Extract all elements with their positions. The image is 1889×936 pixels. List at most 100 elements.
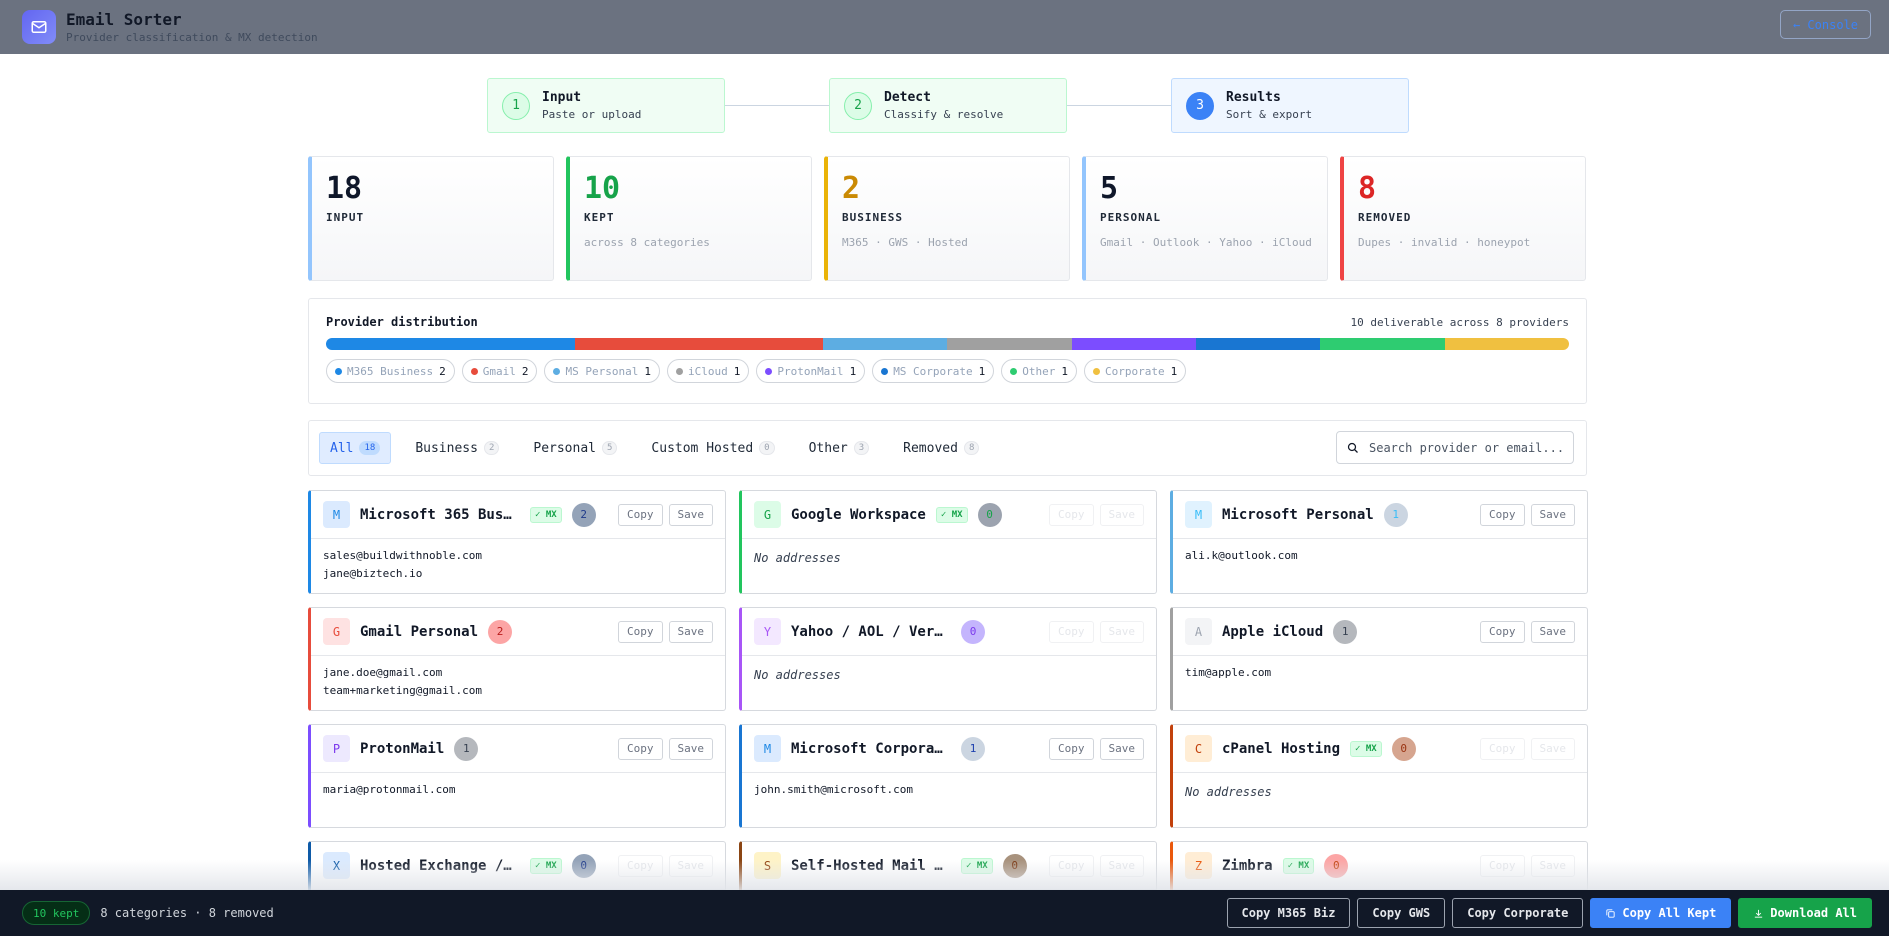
save-button[interactable]: Save bbox=[1099, 737, 1144, 760]
search-box[interactable] bbox=[1336, 431, 1574, 464]
card-body: No addresses bbox=[1173, 773, 1587, 809]
step-connector bbox=[1067, 105, 1171, 106]
step-description: Paste or upload bbox=[542, 108, 642, 121]
tab-personal[interactable]: Personal 5 bbox=[523, 432, 627, 464]
tab-removed[interactable]: Removed 8 bbox=[893, 432, 989, 464]
card-header: A Apple iCloud 1 Copy Save bbox=[1173, 608, 1587, 656]
save-button[interactable]: Save bbox=[1099, 620, 1144, 643]
legend-dot bbox=[335, 367, 342, 375]
legend-count: 1 bbox=[644, 364, 651, 378]
step-title: Detect bbox=[884, 90, 931, 105]
copy-button[interactable]: Copy bbox=[1480, 503, 1525, 526]
copy-m365-biz-button[interactable]: Copy M365 Biz bbox=[1226, 898, 1351, 928]
save-button[interactable]: Save bbox=[1099, 503, 1144, 526]
tab-count-badge: 2 bbox=[483, 441, 500, 455]
save-button[interactable]: Save bbox=[1530, 620, 1575, 643]
save-button[interactable]: Save bbox=[1530, 737, 1575, 760]
mx-badge: ✓ MX bbox=[530, 506, 562, 523]
save-button[interactable]: Save bbox=[668, 503, 713, 526]
tab-count-badge: 8 bbox=[963, 441, 980, 455]
legend-label: Corporate bbox=[1105, 364, 1165, 378]
copy-gws-button[interactable]: Copy GWS bbox=[1357, 898, 1446, 928]
legend-count: 1 bbox=[1170, 364, 1178, 378]
step-detect[interactable]: 2 Detect Classify & resolve bbox=[829, 78, 1067, 133]
tab-all[interactable]: All 18 bbox=[319, 432, 392, 464]
legend-chip[interactable]: iCloud 1 bbox=[666, 359, 750, 383]
copy-button[interactable]: Copy bbox=[618, 620, 663, 643]
provider-name: ProtonMail bbox=[360, 740, 445, 757]
email-address[interactable]: ali.k@outlook.com bbox=[1185, 547, 1575, 565]
legend-label: Gmail bbox=[482, 364, 516, 378]
provider-name: Microsoft Corporate bbox=[791, 740, 951, 757]
legend-chip[interactable]: Corporate 1 bbox=[1084, 359, 1187, 383]
copy-button[interactable]: Copy bbox=[1049, 503, 1094, 526]
card-header: M Microsoft Corporate 1 Copy Save bbox=[742, 725, 1156, 773]
empty-state: No addresses bbox=[754, 668, 841, 682]
download-icon bbox=[1753, 908, 1770, 919]
console-button[interactable]: ← Console bbox=[1779, 10, 1871, 39]
stat-value: 18 bbox=[326, 171, 363, 206]
save-button[interactable]: Save bbox=[668, 620, 713, 643]
copy-button[interactable]: Copy bbox=[1049, 737, 1094, 760]
stat-value: 10 bbox=[584, 171, 621, 206]
stepper: 1 Input Paste or upload 2 Detect Classify & r… bbox=[487, 78, 1409, 133]
address-count-badge: 1 bbox=[961, 736, 985, 761]
step-results[interactable]: 3 Results Sort & export bbox=[1171, 78, 1409, 133]
email-address[interactable]: maria@protonmail.com bbox=[323, 781, 713, 799]
email-address[interactable]: team+marketing@gmail.com bbox=[323, 682, 713, 700]
provider-avatar: P bbox=[323, 735, 350, 762]
legend-dot bbox=[765, 367, 773, 375]
tab-label: Other bbox=[808, 440, 848, 456]
distribution-segment bbox=[574, 338, 824, 350]
empty-state: No addresses bbox=[754, 551, 841, 565]
legend-count: 1 bbox=[849, 364, 857, 378]
email-address[interactable]: john.smith@microsoft.com bbox=[754, 781, 1144, 799]
search-input[interactable] bbox=[1369, 440, 1569, 455]
legend-chip[interactable]: MS Personal 1 bbox=[544, 359, 660, 383]
legend-dot bbox=[675, 367, 683, 375]
copy-button[interactable]: Copy bbox=[1480, 737, 1525, 760]
card-actions: CopySave bbox=[1049, 737, 1144, 760]
copy-icon bbox=[1605, 908, 1622, 919]
card-actions: CopySave bbox=[1480, 620, 1575, 643]
download-all-button[interactable]: Download All bbox=[1738, 898, 1872, 928]
bottom-actions: Copy M365 Biz Copy GWS Copy Corporate Copy … bbox=[1226, 898, 1872, 928]
card-actions: CopySave bbox=[618, 737, 713, 760]
provider-card: M Microsoft Corporate 1 Copy Save john.smith@… bbox=[739, 724, 1157, 828]
copy-button[interactable]: Copy bbox=[618, 737, 663, 760]
stat-detail: across 8 categories bbox=[584, 236, 710, 249]
provider-avatar: M bbox=[323, 501, 350, 528]
tab-other[interactable]: Other 3 bbox=[799, 432, 880, 464]
email-address[interactable]: sales@buildwithnoble.com bbox=[323, 547, 713, 565]
copy-corporate-button[interactable]: Copy Corporate bbox=[1452, 898, 1584, 928]
stat-label: PERSONAL bbox=[1100, 211, 1161, 224]
stat-value: 2 bbox=[842, 171, 861, 206]
search-icon bbox=[1347, 442, 1359, 454]
email-address[interactable]: jane.doe@gmail.com bbox=[323, 664, 713, 682]
tab-label: Removed bbox=[903, 440, 958, 456]
legend-dot bbox=[470, 367, 478, 375]
copy-button[interactable]: Copy bbox=[618, 503, 663, 526]
address-count-badge: 0 bbox=[1391, 736, 1416, 761]
legend-chip[interactable]: M365 Business 2 bbox=[326, 359, 455, 383]
email-address[interactable]: jane@biztech.io bbox=[323, 565, 713, 583]
copy-button[interactable]: Copy bbox=[1049, 620, 1094, 643]
tab-label: Personal bbox=[533, 440, 596, 456]
tab-custom-hosted[interactable]: Custom Hosted 0 bbox=[641, 432, 784, 464]
legend-chip[interactable]: Other 1 bbox=[1001, 359, 1078, 383]
button-label: Copy GWS bbox=[1372, 906, 1431, 920]
tab-business[interactable]: Business 2 bbox=[405, 432, 509, 464]
card-body: maria@protonmail.com bbox=[311, 773, 725, 807]
step-number: 1 bbox=[502, 91, 530, 120]
legend-chip[interactable]: MS Corporate 1 bbox=[872, 359, 995, 383]
copy-button[interactable]: Copy bbox=[1480, 620, 1525, 643]
copy-all-kept-button[interactable]: Copy All Kept bbox=[1590, 898, 1732, 928]
email-address[interactable]: tim@apple.com bbox=[1185, 664, 1575, 682]
stat-card-business: 2 BUSINESS M365 · GWS · Hosted bbox=[824, 156, 1070, 281]
save-button[interactable]: Save bbox=[1530, 503, 1575, 526]
legend-chip[interactable]: Gmail 2 bbox=[461, 359, 538, 383]
step-input[interactable]: 1 Input Paste or upload bbox=[487, 78, 725, 133]
provider-name: Microsoft 365 Busin… bbox=[360, 506, 520, 523]
save-button[interactable]: Save bbox=[668, 737, 713, 760]
legend-chip[interactable]: ProtonMail 1 bbox=[756, 359, 866, 383]
